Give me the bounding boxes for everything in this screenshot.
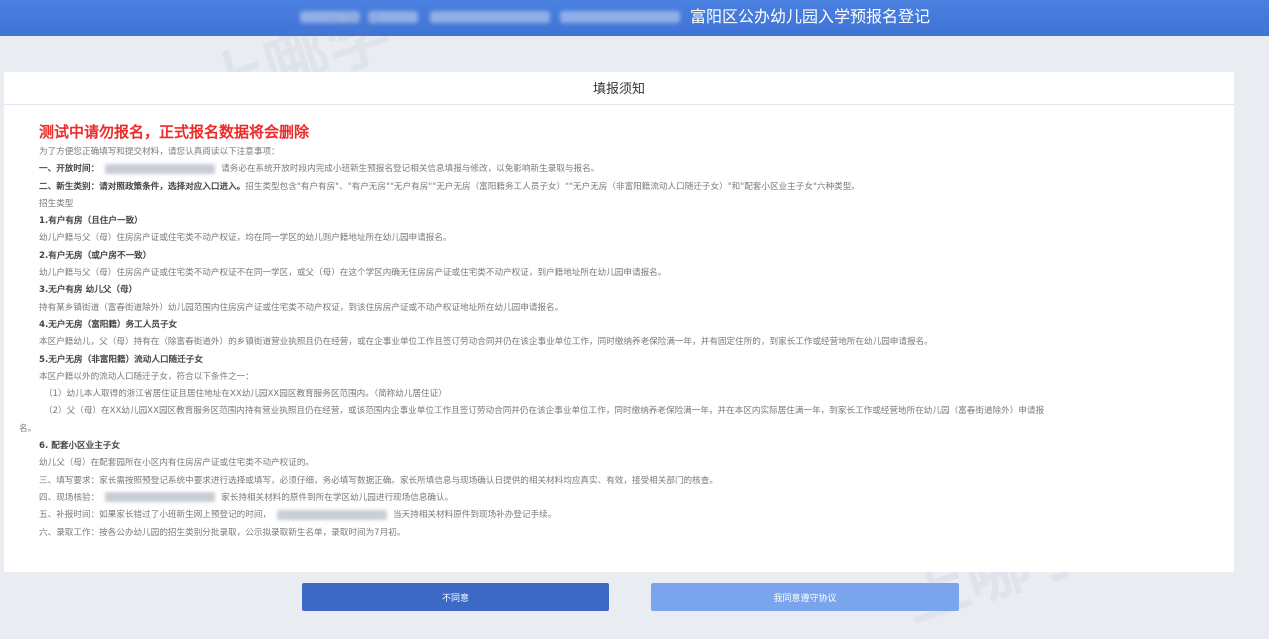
category-heading: 2.有户无房（或户房不一致） [39, 250, 152, 261]
notice-content: 测试中请勿报名，正式报名数据将会删除 为了方便您正确填写和提交材料，请您认真阅读… [14, 120, 1224, 542]
notice-line: 三、填写要求：家长需按照预登记系统中要求进行选择或填写，必须仔细，务必填写数据正… [39, 475, 718, 486]
top-header: 富阳区公办幼儿园入学预报名登记 [0, 0, 1269, 36]
line-text: 招生类型包含"有户有房"、"有户无房""无户有房""无户无房（富阳籍务工人员子女… [245, 181, 860, 192]
redacted-area [560, 11, 680, 23]
notice-line: （1）幼儿本人取得的浙江省居住证且居住地址在XX幼儿园XX园区教育服务区范围内。… [44, 389, 447, 400]
redacted-area [105, 492, 216, 503]
notice-panel: 填报须知 测试中请勿报名，正式报名数据将会删除 为了方便您正确填写和提交材料，请… [4, 72, 1234, 572]
line-text: 家长持相关材料的原件到所在学区幼儿园进行现场信息确认。 [221, 492, 454, 503]
page-title: 富阳区公办幼儿园入学预报名登记 [690, 7, 931, 26]
notice-line: 四、现场核验： 家长持相关材料的原件到所在学区幼儿园进行现场信息确认。 [14, 490, 1224, 507]
notice-line: 一、开放时间： 请务必在系统开放时段内完成小班新生预报名登记相关信息填报与修改，以… [14, 161, 1224, 178]
notice-line: 六、录取工作：按各公办幼儿园的招生类别分批录取，公示拟录取新生名单，录取时间为7… [39, 527, 406, 538]
disagree-button[interactable]: 不同意 [302, 583, 609, 611]
category-heading: 5.无户无房（非富阳籍）流动人口随迁子女 [39, 354, 203, 365]
category-heading: 6. 配套小区业主子女 [39, 441, 120, 452]
redacted-area [277, 509, 388, 520]
category-heading: 3.无户有房 幼儿父（母） [39, 285, 138, 296]
notice-line: 五、补报时间：如果家长错过了小班新生网上预登记的时间， 当天持相关材料原件到现场补… [14, 507, 1224, 524]
notice-line: 幼儿户籍与父（母）住房房产证或住宅类不动产权证，均在同一学区的幼儿则户籍地址所在… [39, 233, 452, 244]
redacted-area [105, 163, 216, 174]
line-text: 请务必在系统开放时段内完成小班新生预报名登记相关信息填报与修改，以免影响新生录取… [221, 164, 600, 175]
notice-line: 本区户籍以外的流动人口随迁子女，符合以下条件之一： [39, 371, 254, 382]
line-text: 当天持相关材料原件到现场补办登记手续。 [393, 510, 557, 521]
category-heading: 1.有户有房（且住户一致） [39, 216, 143, 227]
section-heading: 一、开放时间： [39, 164, 100, 175]
panel-title: 填报须知 [592, 82, 645, 97]
agree-button[interactable]: 我同意遵守协议 [651, 583, 959, 611]
notice-line: 招生类型 [39, 198, 74, 209]
notice-line: 幼儿户籍与父（母）住房房产证或住宅类不动产权证不在同一学区，或父（母）在这个学区… [39, 268, 667, 279]
notice-line: 名。 [19, 423, 37, 434]
notice-line: 为了方便您正确填写和提交材料，请您认真阅读以下注意事项： [39, 147, 280, 157]
notice-line: 二、新生类别：请对照政策条件，选择对应入口进入。招生类型包含"有户有房"、"有户… [14, 179, 1224, 196]
category-heading: 4.无户无房（富阳籍）务工人员子女 [39, 319, 178, 330]
line-text: 五、补报时间：如果家长错过了小班新生网上预登记的时间， [39, 510, 272, 521]
notice-line: 持有某乡镇街道（富春街道除外）幼儿园范围内住房房产证或住宅类不动产权证，到该住房… [39, 302, 564, 313]
line-text: 四、现场核验： [39, 492, 100, 503]
redacted-area [368, 11, 418, 23]
notice-line: 幼儿父（母）在配套园所在小区内有住房房产证或住宅类不动产权证的。 [39, 458, 315, 469]
notice-line: 本区户籍幼儿，父（母）持有在（除富春街道外）的乡镇街道营业执照且仍在经营，或在企… [39, 337, 933, 348]
test-warning: 测试中请勿报名，正式报名数据将会删除 [39, 123, 310, 141]
redacted-area [300, 11, 360, 23]
panel-header: 填报须知 [4, 72, 1234, 105]
section-heading: 二、新生类别：请对照政策条件，选择对应入口进入。 [39, 181, 246, 192]
redacted-area [430, 11, 550, 23]
notice-line: （2）父（母）在XX幼儿园XX园区教育服务区范围内持有营业执照且仍在经营，或该范… [44, 406, 1045, 417]
